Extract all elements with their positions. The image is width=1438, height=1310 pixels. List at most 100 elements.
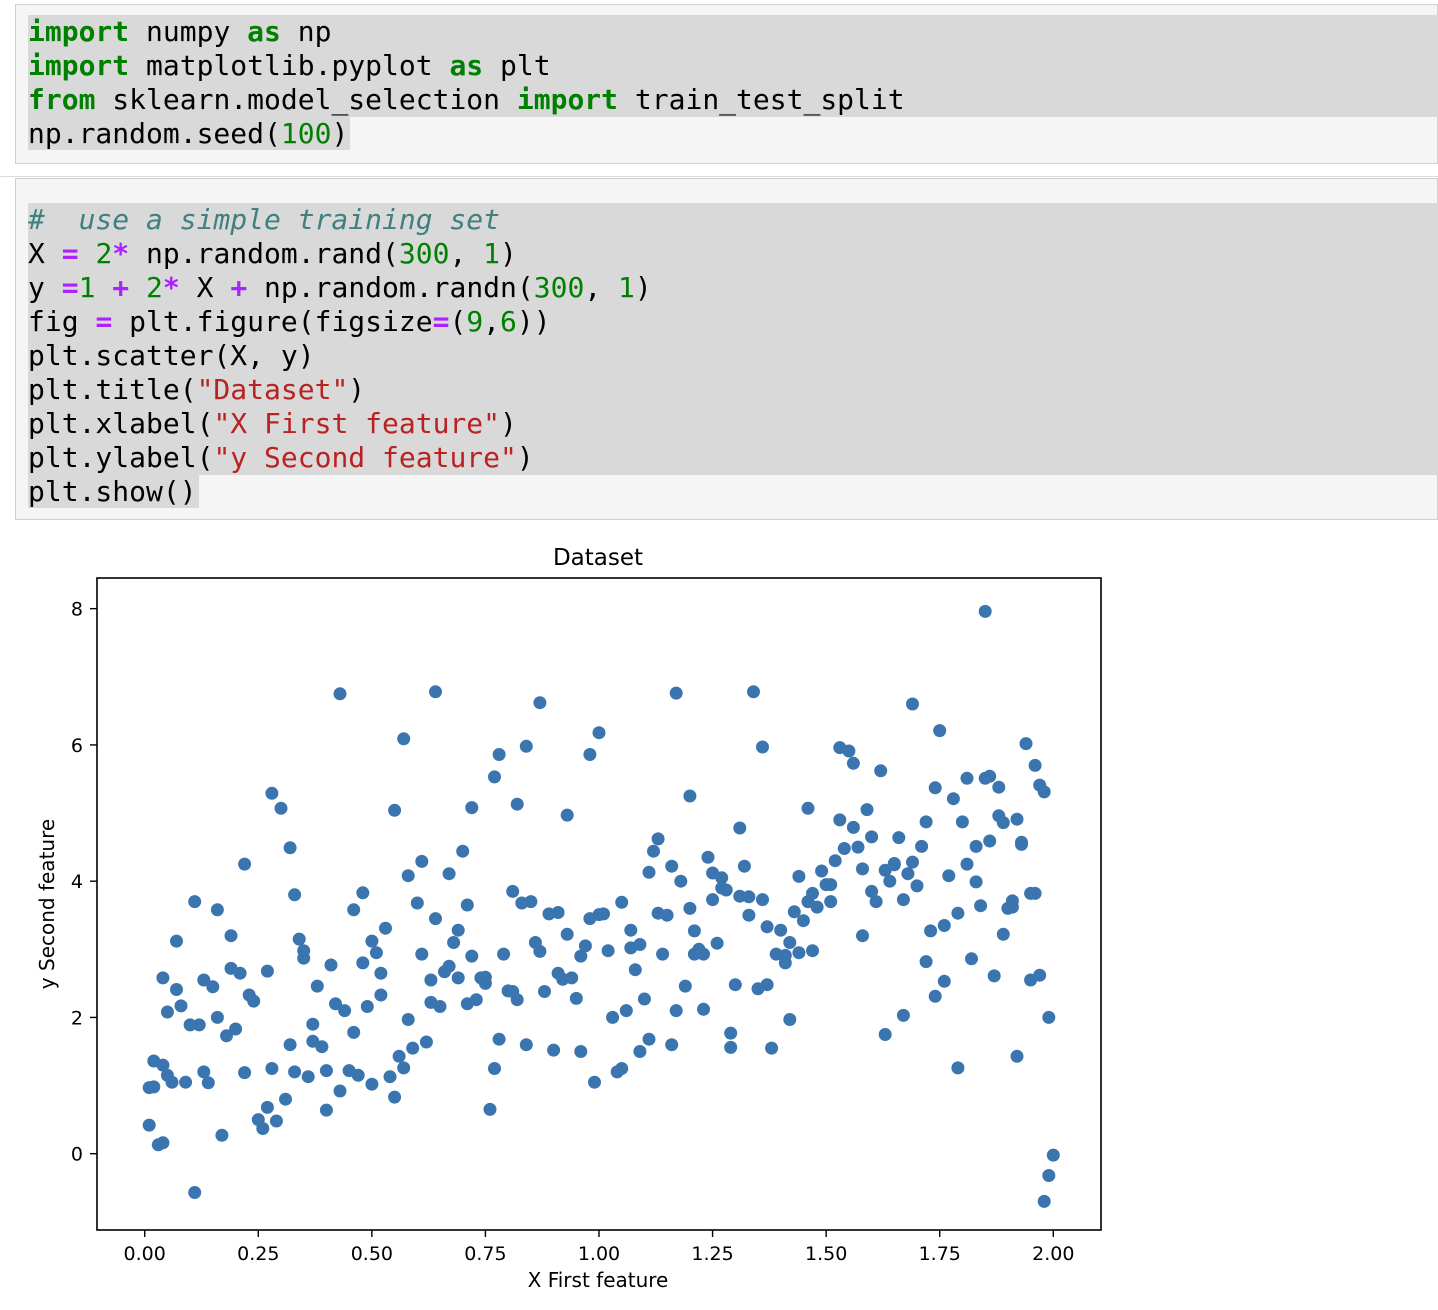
scatter-point (742, 908, 756, 922)
x-tick-label: 2.00 (1032, 1243, 1074, 1265)
scatter-point (1042, 1169, 1056, 1182)
scatter-point (488, 770, 501, 784)
code-token: + (112, 271, 130, 304)
x-tick-label: 0.25 (237, 1243, 279, 1265)
scatter-point (1042, 1010, 1056, 1024)
scatter-point (1037, 1194, 1051, 1208)
code-cell-imports[interactable]: import numpy as np import matplotlib.pypl… (15, 4, 1438, 164)
scatter-point (156, 1136, 170, 1150)
scatter-point (783, 936, 797, 949)
code-token: 100 (280, 117, 332, 150)
scatter-point (860, 803, 874, 817)
scatter-point (401, 869, 415, 883)
scatter-point (247, 994, 261, 1008)
code-token: )) (516, 305, 551, 338)
scatter-point (260, 1100, 274, 1114)
code-token: ) (516, 441, 534, 474)
scatter-point (946, 792, 960, 806)
scatter-point (647, 844, 660, 858)
code-token: 300 (398, 237, 450, 270)
scatter-point (415, 947, 429, 961)
scatter-point (447, 936, 461, 949)
scatter-point (306, 1017, 320, 1031)
code-line: plt.title("Dataset") (28, 373, 1438, 407)
scatter-point (210, 903, 224, 917)
scatter-point (710, 936, 724, 950)
scatter-point (197, 1065, 211, 1079)
scatter-point (915, 839, 929, 853)
scatter-point (147, 1080, 161, 1094)
scatter-point (683, 789, 697, 803)
scatter-point (460, 898, 474, 912)
code-token: ( (449, 305, 467, 338)
scatter-point (901, 867, 915, 881)
scatter-point (1019, 737, 1033, 751)
scatter-point (1028, 886, 1042, 900)
scatter-point (869, 895, 883, 909)
code-token: X (28, 237, 62, 270)
scatter-point (519, 1038, 533, 1052)
y-tick-label: 4 (71, 871, 83, 893)
scatter-point (1015, 835, 1028, 849)
scatter-point (978, 771, 992, 785)
plot-area-frame (96, 577, 1102, 1231)
code-block: import numpy as np import matplotlib.pypl… (28, 15, 1438, 151)
scatter-point (906, 855, 919, 869)
scatter-point (347, 1025, 361, 1039)
code-token: import (516, 83, 619, 116)
code-token: 1 (483, 237, 501, 270)
code-token: plt.title( (28, 373, 197, 406)
code-token: 1 (78, 271, 96, 304)
scatter-point (319, 1103, 333, 1117)
x-tick-label: 0.00 (124, 1243, 166, 1265)
x-tick-label: 1.00 (578, 1243, 620, 1265)
scatter-point (483, 1102, 497, 1116)
scatter-point (388, 1090, 402, 1104)
x-tick-label: 0.75 (464, 1243, 506, 1265)
scatter-point (424, 995, 438, 1009)
code-token: 6 (500, 305, 517, 338)
code-token: np.random.rand( (129, 237, 399, 270)
code-token: + (230, 271, 248, 304)
scatter-point (374, 988, 388, 1002)
scatter-point (865, 830, 879, 844)
scatter-point (547, 1043, 561, 1057)
code-line: fig = plt.figure(figsize=(9,6)) (28, 305, 1438, 339)
code-token: ) (634, 271, 652, 304)
scatter-point (333, 687, 347, 701)
scatter-point (451, 923, 465, 937)
scatter-point (265, 786, 279, 800)
scatter-point (896, 893, 910, 907)
y-axis: 0 2 4 6 8 (71, 599, 97, 1166)
scatter-point (410, 896, 424, 910)
scatter-point (933, 724, 947, 738)
code-token: = (95, 305, 113, 338)
scatter-point (301, 1070, 315, 1084)
scatter-point (955, 815, 969, 829)
scatter-point (506, 884, 520, 898)
code-cell-plot[interactable]: # use a simple training set X = 2* np.ran… (15, 178, 1438, 520)
scatter-point (796, 914, 810, 928)
scatter-point (419, 1035, 433, 1049)
scatter-point (846, 756, 860, 770)
scatter-point (224, 929, 238, 943)
scatter-point (1010, 1049, 1024, 1063)
scatter-point (960, 771, 974, 785)
y-tick-label: 0 (71, 1144, 83, 1166)
scatter-point (297, 944, 311, 958)
scatter-point (665, 859, 679, 873)
scatter-point (442, 959, 456, 973)
code-token: plt.ylabel( (28, 441, 214, 474)
scatter-point (206, 980, 220, 994)
code-token: plt.xlabel( (28, 407, 214, 440)
scatter-point (974, 899, 988, 913)
code-line: plt.show() (28, 475, 1438, 509)
code-token: from (28, 83, 96, 116)
scatter-point (565, 971, 579, 985)
scatter-point (365, 934, 379, 948)
scatter-point (706, 866, 720, 880)
scatter-point (310, 979, 324, 993)
code-token: fig (28, 305, 96, 338)
scatter-point (792, 869, 806, 883)
code-line: # use a simple training set (28, 203, 1438, 237)
